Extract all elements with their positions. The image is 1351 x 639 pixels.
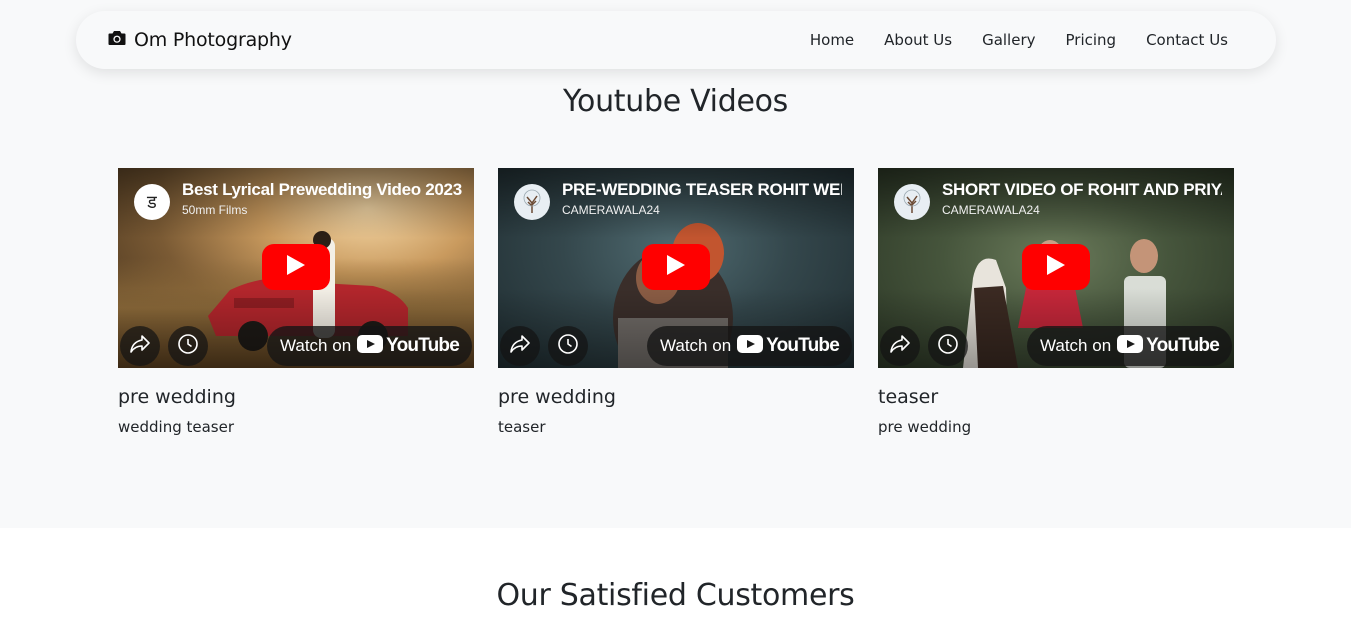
video-embed[interactable]: ड Best Lyrical Prewedding Video 2023 50m… bbox=[118, 168, 474, 368]
play-button[interactable] bbox=[1022, 244, 1090, 290]
video-card: PRE-WEDDING TEASER ROHIT WEDS PRIYA CAME… bbox=[498, 168, 854, 436]
youtube-play-icon bbox=[737, 335, 764, 357]
youtube-wordmark: YouTube bbox=[386, 335, 460, 356]
video-title[interactable]: SHORT VIDEO OF ROHIT AND PRIYA bbox=[942, 180, 1222, 200]
nav-about-us[interactable]: About Us bbox=[884, 31, 952, 49]
channel-avatar[interactable] bbox=[514, 184, 550, 220]
camera-icon bbox=[108, 30, 126, 50]
share-button[interactable] bbox=[500, 326, 540, 366]
video-card: SHORT VIDEO OF ROHIT AND PRIYA CAMERAWAL… bbox=[878, 168, 1234, 436]
watch-later-button[interactable] bbox=[168, 326, 208, 366]
nav-gallery[interactable]: Gallery bbox=[982, 31, 1035, 49]
watch-on-youtube-button[interactable]: Watch on YouTube bbox=[1027, 326, 1232, 366]
nav-links: Home About Us Gallery Pricing Contact Us bbox=[810, 11, 1228, 69]
play-button[interactable] bbox=[262, 244, 330, 290]
nav-pricing[interactable]: Pricing bbox=[1066, 31, 1117, 49]
share-icon bbox=[130, 335, 150, 357]
channel-name[interactable]: 50mm Films bbox=[182, 203, 247, 217]
clock-icon bbox=[557, 333, 579, 359]
brand-name: Om Photography bbox=[134, 29, 292, 51]
play-icon bbox=[667, 255, 685, 279]
video-card: ड Best Lyrical Prewedding Video 2023 50m… bbox=[118, 168, 474, 436]
youtube-wordmark: YouTube bbox=[766, 335, 840, 356]
navbar: Om Photography Home About Us Gallery Pri… bbox=[76, 11, 1276, 69]
customers-section-title: Our Satisfied Customers bbox=[496, 578, 855, 613]
watch-later-button[interactable] bbox=[548, 326, 588, 366]
youtube-play-icon bbox=[1117, 335, 1144, 357]
nav-contact-us[interactable]: Contact Us bbox=[1146, 31, 1228, 49]
card-text: teaser bbox=[498, 418, 546, 436]
watch-on-label: Watch on bbox=[279, 336, 352, 355]
clock-icon bbox=[177, 333, 199, 359]
share-button[interactable] bbox=[120, 326, 160, 366]
youtube-logo: YouTube bbox=[737, 335, 840, 357]
channel-avatar[interactable]: ड bbox=[134, 184, 170, 220]
share-icon bbox=[890, 335, 910, 357]
watch-later-button[interactable] bbox=[928, 326, 968, 366]
channel-avatar[interactable] bbox=[894, 184, 930, 220]
brand-logo[interactable]: Om Photography bbox=[108, 11, 292, 69]
watch-on-label: Watch on bbox=[659, 336, 732, 355]
channel-name[interactable]: CAMERAWALA24 bbox=[562, 203, 660, 217]
card-title: pre wedding bbox=[498, 386, 616, 408]
card-text: wedding teaser bbox=[118, 418, 235, 436]
play-button[interactable] bbox=[642, 244, 710, 290]
video-title[interactable]: PRE-WEDDING TEASER ROHIT WEDS PRIYA bbox=[562, 180, 842, 200]
card-title: teaser bbox=[878, 386, 939, 408]
video-title[interactable]: Best Lyrical Prewedding Video 2023 bbox=[182, 180, 462, 200]
card-text: pre wedding bbox=[878, 418, 972, 436]
play-icon bbox=[1047, 255, 1065, 279]
clock-icon bbox=[937, 333, 959, 359]
share-button[interactable] bbox=[880, 326, 920, 366]
videos-section-title: Youtube Videos bbox=[562, 84, 788, 119]
youtube-wordmark: YouTube bbox=[1146, 335, 1220, 356]
watch-on-label: Watch on bbox=[1039, 336, 1112, 355]
channel-name[interactable]: CAMERAWALA24 bbox=[942, 203, 1040, 217]
card-title: pre wedding bbox=[118, 386, 236, 408]
video-embed[interactable]: PRE-WEDDING TEASER ROHIT WEDS PRIYA CAME… bbox=[498, 168, 854, 368]
nav-home[interactable]: Home bbox=[810, 31, 854, 49]
share-icon bbox=[510, 335, 530, 357]
youtube-logo: YouTube bbox=[357, 335, 460, 357]
play-icon bbox=[287, 255, 305, 279]
youtube-play-icon bbox=[357, 335, 384, 357]
youtube-logo: YouTube bbox=[1117, 335, 1220, 357]
watch-on-youtube-button[interactable]: Watch on YouTube bbox=[647, 326, 852, 366]
watch-on-youtube-button[interactable]: Watch on YouTube bbox=[267, 326, 472, 366]
video-embed[interactable]: SHORT VIDEO OF ROHIT AND PRIYA CAMERAWAL… bbox=[878, 168, 1234, 368]
